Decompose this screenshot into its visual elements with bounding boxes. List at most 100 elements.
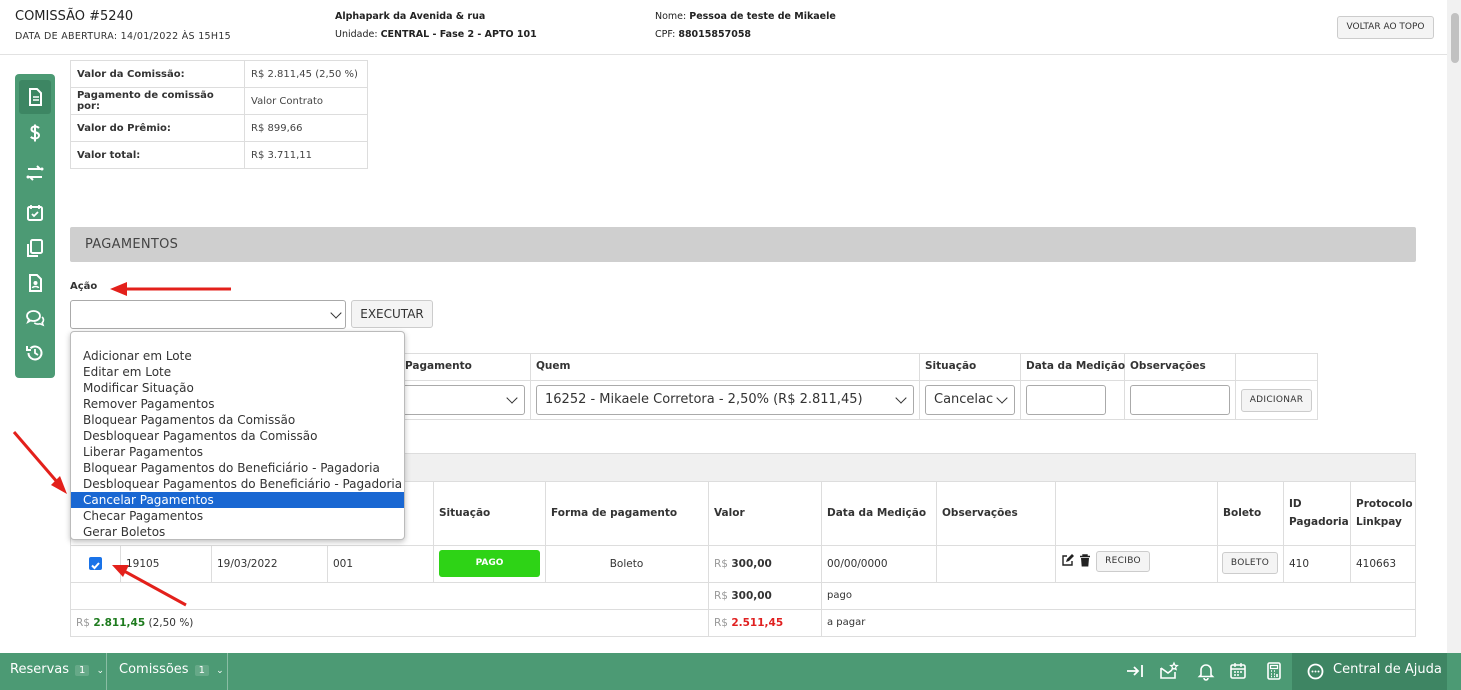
client-cpf: CPF: 88015857058: [655, 29, 751, 40]
commissions-tab[interactable]: Comissões 1 ⌄: [119, 662, 224, 677]
help-center-button[interactable]: Central de Ajuda: [1292, 653, 1447, 690]
action-label: Ação: [70, 281, 98, 292]
dropdown-option[interactable]: Adicionar em Lote: [71, 348, 404, 364]
history-icon[interactable]: [25, 343, 45, 363]
commissions-tab-label: Comissões: [119, 662, 189, 677]
dropdown-option-highlighted[interactable]: Cancelar Pagamentos: [71, 492, 404, 508]
summary-value: R$ 899,66: [244, 114, 368, 142]
dropdown-option[interactable]: Desbloquear Pagamentos da Comissão: [71, 428, 404, 444]
measurement-date-column-header: Data da Medição: [827, 507, 927, 519]
divider: [919, 354, 920, 419]
add-form-notes-header: Observações: [1130, 360, 1206, 372]
dropdown-option[interactable]: Gerar Boletos: [71, 524, 404, 540]
payments-section-title: PAGAMENTOS: [85, 237, 179, 252]
payment-method: Boleto: [609, 558, 644, 570]
id-pagadoria-header-line2: Pagadoria: [1289, 516, 1349, 528]
summary-label: Valor do Prêmio:: [70, 114, 245, 142]
name-label: Nome:: [655, 11, 687, 22]
mail-star-icon[interactable]: [1159, 661, 1179, 681]
dropdown-option[interactable]: Checar Pagamentos: [71, 508, 404, 524]
payment-measurement-date: 00/00/0000: [827, 558, 888, 570]
chevron-down-icon: ⌄: [96, 666, 105, 676]
summary-label: Valor da Comissão:: [70, 60, 245, 88]
protocol-linkpay: 410663: [1356, 558, 1397, 570]
divider: [1055, 482, 1056, 582]
document-icon[interactable]: [25, 87, 45, 107]
divider: [1283, 482, 1284, 582]
status-column-header: Situação: [439, 507, 491, 519]
summary-value: R$ 3.711,11: [244, 141, 368, 169]
trash-icon[interactable]: [1079, 554, 1091, 567]
paid-total-amount: 300,00: [731, 590, 772, 602]
cpf-value: 88015857058: [678, 29, 752, 40]
dollar-icon[interactable]: [25, 123, 45, 143]
calculator-icon[interactable]: [1264, 661, 1284, 681]
chat-icon[interactable]: [25, 308, 45, 328]
notes-input[interactable]: [1130, 385, 1230, 415]
edit-icon[interactable]: [1061, 554, 1074, 567]
divider: [120, 546, 121, 582]
add-button[interactable]: ADICIONAR: [1241, 389, 1312, 412]
to-pay-amount: 2.511,45: [731, 617, 784, 629]
dropdown-option[interactable]: Bloquear Pagamentos da Comissão: [71, 412, 404, 428]
dropdown-option[interactable]: Bloquear Pagamentos do Beneficiário - Pa…: [71, 460, 404, 476]
chevron-down-icon: [506, 392, 518, 404]
divider: [1350, 482, 1351, 582]
row-select-checkbox[interactable]: [89, 557, 102, 570]
commission-total-percent: (2,50 %): [148, 617, 194, 629]
boleto-button[interactable]: BOLETO: [1222, 552, 1278, 574]
payment-select[interactable]: [395, 385, 525, 415]
add-form-status-header: Situação: [925, 360, 977, 372]
contact-file-icon[interactable]: [25, 273, 45, 293]
dropdown-option[interactable]: Modificar Situação: [71, 380, 404, 396]
chevron-down-icon: [895, 392, 907, 404]
transfer-icon[interactable]: [25, 163, 45, 183]
divider: [227, 653, 228, 690]
add-form-who-header: Quem: [536, 360, 571, 372]
who-select-value: 16252 - Mikaele Corretora - 2,50% (R$ 2.…: [545, 392, 863, 407]
summary-value: R$ 2.811,45 (2,50 %): [244, 60, 368, 88]
who-select[interactable]: 16252 - Mikaele Corretora - 2,50% (R$ 2.…: [536, 385, 914, 415]
summary-row: Pagamento de comissão por: Valor Contrat…: [70, 87, 368, 115]
divider: [708, 482, 709, 636]
commission-total: R$ 2.811,45 (2,50 %): [76, 617, 193, 629]
divider: [71, 582, 1415, 583]
dropdown-option[interactable]: Remover Pagamentos: [71, 396, 404, 412]
sign-in-icon[interactable]: [1125, 661, 1145, 681]
help-center-label: Central de Ajuda: [1333, 662, 1442, 677]
copy-icon[interactable]: [25, 238, 45, 258]
calendar-check-icon[interactable]: [25, 203, 45, 223]
measurement-date-input[interactable]: [1026, 385, 1106, 415]
checkmark-icon: [91, 562, 100, 570]
back-to-top-button[interactable]: VOLTAR AO TOPO: [1337, 16, 1434, 39]
bell-icon[interactable]: [1196, 661, 1216, 681]
vertical-scrollbar[interactable]: [1447, 0, 1461, 690]
reservations-tab[interactable]: Reservas 1 ⌄: [10, 662, 104, 677]
summary-value: Valor Contrato: [244, 87, 368, 115]
action-dropdown-menu: Adicionar em Lote Editar em Lote Modific…: [70, 331, 405, 540]
status-select-value: Cancelac: [934, 392, 994, 407]
action-select[interactable]: [70, 300, 346, 329]
divider: [71, 609, 1415, 610]
currency-symbol: R$: [76, 617, 90, 629]
status-select[interactable]: Cancelac: [925, 385, 1015, 415]
receipt-button[interactable]: RECIBO: [1096, 551, 1150, 572]
divider: [71, 545, 1415, 546]
payment-parcel: 001: [333, 558, 354, 570]
scrollbar-thumb[interactable]: [1451, 13, 1459, 63]
add-form-payment-header: Pagamento: [405, 360, 472, 372]
client-name: Nome: Pessoa de teste de Mikaele: [655, 11, 836, 22]
dropdown-option[interactable]: Editar em Lote: [71, 364, 404, 380]
dropdown-option[interactable]: Liberar Pagamentos: [71, 444, 404, 460]
unit-label: Unidade:: [335, 29, 378, 40]
dropdown-option[interactable]: Desbloquear Pagamentos do Beneficiário -…: [71, 476, 404, 492]
execute-button[interactable]: EXECUTAR: [351, 300, 433, 328]
chevron-down-icon: ⌄: [216, 666, 224, 676]
payment-date: 19/03/2022: [217, 558, 278, 570]
reservations-count-badge: 1: [75, 665, 90, 676]
value-column-header: Valor: [714, 507, 745, 519]
paid-total-label: pago: [827, 590, 852, 601]
calendar-icon[interactable]: [1228, 661, 1248, 681]
commission-title: COMISSÃO #5240: [15, 9, 134, 24]
payment-value: R$ 300,00: [714, 558, 772, 570]
